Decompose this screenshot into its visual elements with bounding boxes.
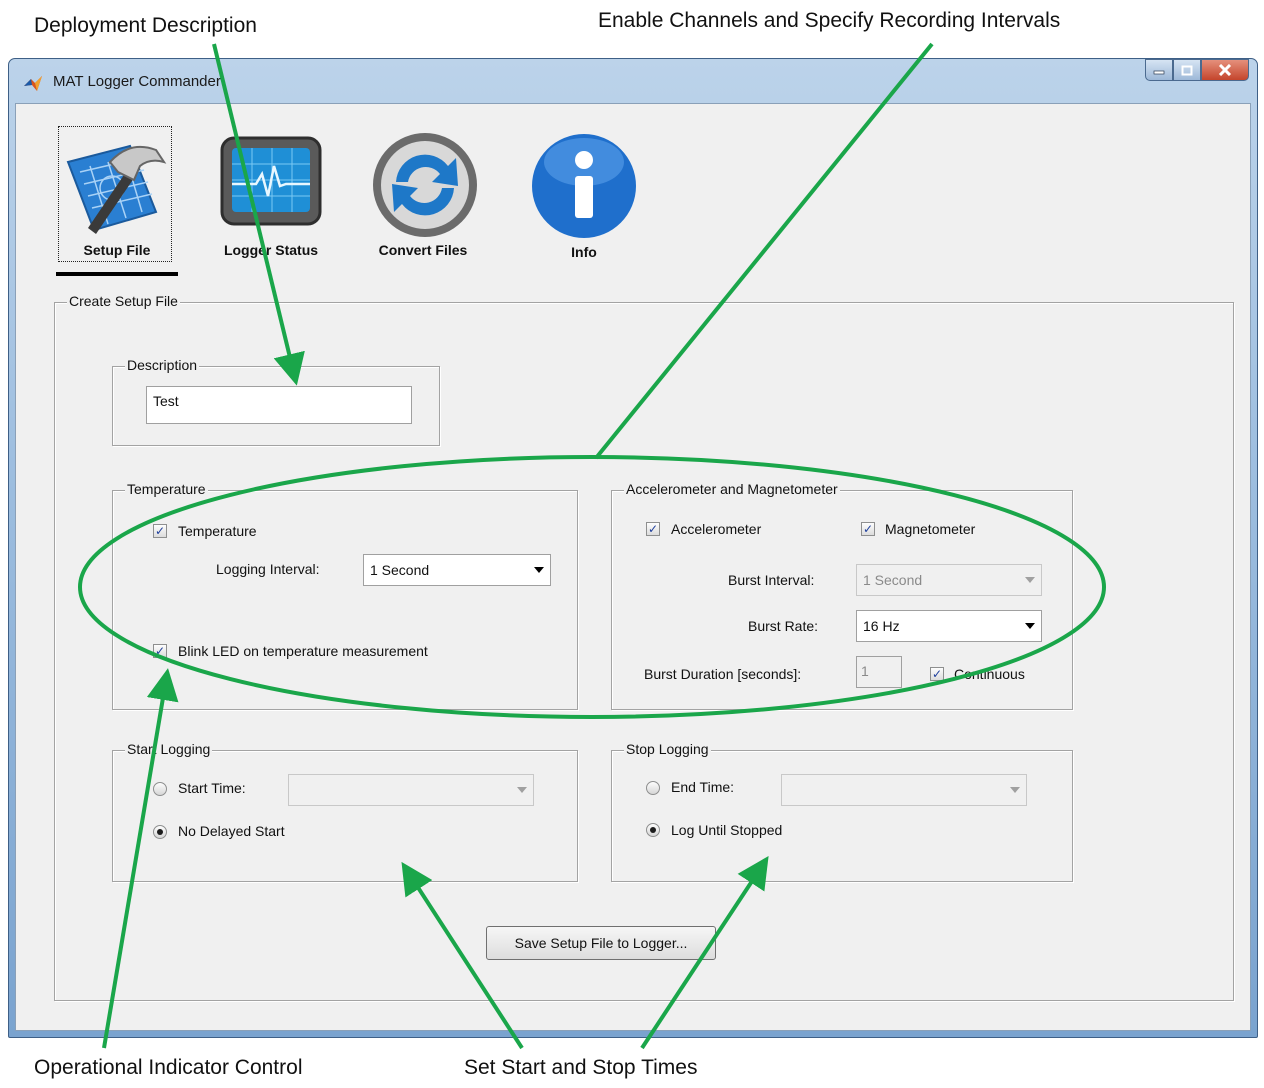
maximize-button[interactable]	[1173, 59, 1201, 81]
refresh-arrows-icon	[373, 133, 477, 237]
title-bar[interactable]: MAT Logger Commander	[9, 59, 1257, 103]
close-button[interactable]	[1201, 59, 1249, 81]
stop-logging-group-label: Stop Logging	[624, 741, 711, 757]
continuous-checkbox[interactable]: ✓	[930, 667, 944, 681]
end-time-select[interactable]	[781, 774, 1027, 806]
annotation-enable-channels: Enable Channels and Specify Recording In…	[598, 9, 1061, 32]
minimize-icon	[1153, 70, 1165, 75]
info-icon	[532, 134, 636, 238]
magnetometer-label: Magnetometer	[885, 521, 976, 537]
burst-interval-label: Burst Interval:	[728, 572, 815, 588]
blink-led-label: Blink LED on temperature measurement	[178, 643, 428, 659]
annotation-deployment-description: Deployment Description	[34, 14, 257, 37]
burst-rate-value: 16 Hz	[863, 618, 900, 634]
check-mark-icon: ✓	[154, 524, 166, 538]
maximize-icon	[1181, 65, 1193, 75]
window-controls	[1145, 59, 1249, 81]
magnetometer-checkbox[interactable]: ✓	[861, 522, 875, 536]
accel-mag-group-label: Accelerometer and Magnetometer	[624, 481, 840, 497]
start-time-radio[interactable]	[153, 782, 167, 796]
accelerometer-checkbox[interactable]: ✓	[646, 522, 660, 536]
annotation-operational-indicator: Operational Indicator Control	[34, 1056, 303, 1079]
no-delayed-start-radio[interactable]	[153, 825, 167, 839]
panel-title: Create Setup File	[67, 293, 180, 309]
logger-status-label: Logger Status	[223, 242, 319, 258]
no-delayed-start-label: No Delayed Start	[178, 823, 285, 839]
description-input[interactable]: Test	[146, 386, 412, 424]
log-until-stopped-label: Log Until Stopped	[671, 822, 783, 838]
annotation-set-start-stop: Set Start and Stop Times	[464, 1056, 698, 1079]
start-time-select[interactable]	[288, 774, 534, 806]
minimize-button[interactable]	[1145, 59, 1173, 81]
check-mark-icon: ✓	[647, 522, 659, 536]
burst-duration-input[interactable]: 1	[856, 656, 902, 688]
burst-rate-select[interactable]: 16 Hz	[856, 610, 1042, 642]
logging-interval-select[interactable]: 1 Second	[363, 554, 551, 586]
end-time-label: End Time:	[671, 779, 735, 795]
client-area: Setup File Logger Status Convert Files I…	[15, 103, 1251, 1031]
setup-file-label: Setup File	[83, 242, 151, 258]
active-tab-indicator	[56, 272, 178, 276]
info-label: Info	[571, 244, 597, 260]
burst-interval-select[interactable]: 1 Second	[856, 564, 1042, 596]
check-mark-icon: ✓	[862, 522, 874, 536]
start-logging-group: Start Logging	[112, 741, 578, 882]
chevron-down-icon	[511, 775, 533, 805]
burst-duration-label: Burst Duration [seconds]:	[644, 666, 802, 682]
matlab-icon	[24, 76, 42, 91]
stop-logging-group: Stop Logging	[611, 741, 1073, 882]
logging-interval-label: Logging Interval:	[216, 561, 320, 577]
start-logging-group-label: Start Logging	[125, 741, 213, 757]
chevron-down-icon	[1004, 775, 1026, 805]
description-group-label: Description	[125, 357, 200, 373]
toolbar-convert-files[interactable]: Convert Files	[358, 126, 488, 266]
blink-led-checkbox[interactable]: ✓	[153, 644, 167, 658]
log-until-stopped-radio[interactable]	[646, 823, 660, 837]
window-title: MAT Logger Commander	[53, 73, 221, 90]
check-mark-icon: ✓	[931, 667, 943, 681]
check-mark-icon: ✓	[154, 644, 166, 658]
burst-rate-label: Burst Rate:	[748, 618, 819, 634]
continuous-label: Continuous	[954, 666, 1025, 682]
chevron-down-icon	[1019, 565, 1041, 595]
accelerometer-label: Accelerometer	[671, 521, 762, 537]
temperature-checkbox-label: Temperature	[178, 523, 257, 539]
save-setup-button[interactable]: Save Setup File to Logger...	[486, 926, 716, 960]
toolbar-setup-file[interactable]: Setup File	[56, 126, 178, 266]
logging-interval-value: 1 Second	[370, 562, 430, 578]
monitor-heartbeat-icon	[220, 136, 322, 226]
start-time-label: Start Time:	[178, 780, 246, 796]
toolbar-info[interactable]: Info	[522, 126, 646, 266]
toolbar-logger-status[interactable]: Logger Status	[206, 126, 336, 266]
burst-interval-value: 1 Second	[863, 572, 923, 588]
end-time-radio[interactable]	[646, 781, 660, 795]
hammer-blueprint-icon	[66, 144, 167, 234]
temperature-checkbox[interactable]: ✓	[153, 524, 167, 538]
chevron-down-icon	[1019, 611, 1041, 641]
convert-files-label: Convert Files	[378, 242, 468, 258]
app-window: MAT Logger Commander Setup File Logger S…	[8, 58, 1258, 1038]
chevron-down-icon	[528, 555, 550, 585]
temperature-group-label: Temperature	[125, 481, 208, 497]
close-icon	[1218, 64, 1232, 76]
